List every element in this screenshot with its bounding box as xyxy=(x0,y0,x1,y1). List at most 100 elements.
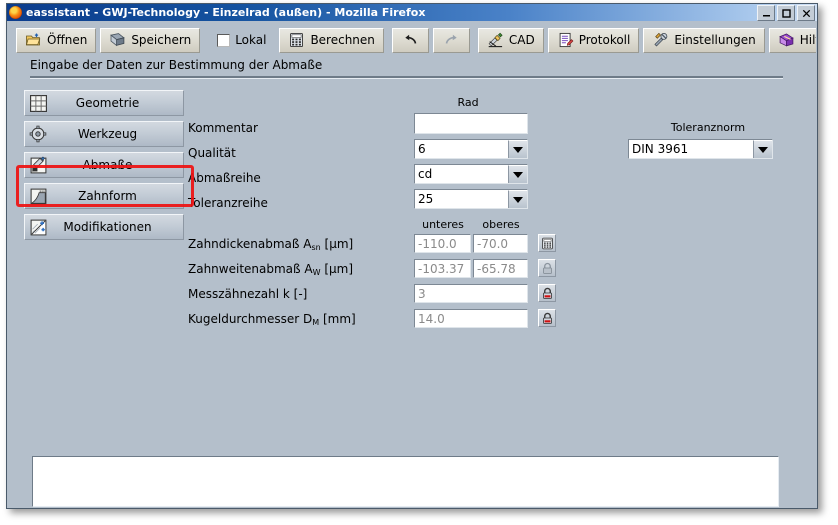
subcolumn-header-unteres: unteres xyxy=(422,218,464,231)
help-button-label: Hilfe xyxy=(799,33,816,47)
sidebar-item-label: Werkzeug xyxy=(77,127,138,141)
zahnweitenabmass-upper-input[interactable]: -65.78 xyxy=(473,259,528,278)
page-title: Eingabe der Daten zur Bestimmung der Abm… xyxy=(30,58,323,72)
close-button[interactable] xyxy=(797,5,815,21)
column-header-toleranznorm: Toleranznorm xyxy=(670,121,746,134)
report-icon xyxy=(559,32,574,48)
label-abmassreihe: Abmaßreihe xyxy=(188,171,261,185)
sidebar-item-abmasse[interactable]: Abmaße xyxy=(24,152,184,178)
column-header-rad: Rad xyxy=(457,96,479,109)
label-qualitaet: Qualität xyxy=(188,146,236,160)
title-bar: eassistant - GWJ-Technology - Einzelrad … xyxy=(7,4,817,21)
grid-table-icon xyxy=(30,94,47,112)
sidebar-item-label: Modifikationen xyxy=(63,220,152,234)
calculate-button-label: Berechnen xyxy=(310,33,375,47)
redo-button[interactable] xyxy=(432,27,470,53)
cad-button-label: CAD xyxy=(508,33,535,47)
qualitaet-dropdown[interactable]: 6 xyxy=(414,139,528,159)
toleranznorm-dropdown[interactable]: DIN 3961 xyxy=(628,139,773,159)
label-kugeldurchmesser: Kugeldurchmesser DM [mm] xyxy=(188,312,356,327)
undo-icon xyxy=(405,34,417,44)
maximize-button[interactable] xyxy=(777,5,795,21)
abmassreihe-dropdown[interactable]: cd xyxy=(414,164,528,184)
tooth-profile-icon xyxy=(30,188,47,204)
sidebar-item-label: Geometrie xyxy=(75,96,140,110)
kommentar-input[interactable] xyxy=(414,113,528,134)
modification-icon xyxy=(30,219,47,235)
settings-button[interactable]: Einstellungen xyxy=(643,27,765,53)
save-button[interactable]: Speichern xyxy=(100,27,201,53)
firefox-icon xyxy=(9,6,22,19)
sidebar-item-geometrie[interactable]: Geometrie xyxy=(24,90,184,116)
sidebar: Geometrie Werkzeug Abmaße Zahnform Modif… xyxy=(24,90,184,245)
toleranznorm-value: DIN 3961 xyxy=(632,142,689,156)
label-kugeldurchmesser-post: [mm] xyxy=(319,312,356,326)
toleranzreihe-dropdown[interactable]: 25 xyxy=(414,189,528,209)
help-button[interactable]: Hilfe xyxy=(768,27,816,53)
open-button[interactable]: Öffnen xyxy=(16,27,97,53)
lock-closed-red-icon xyxy=(542,312,552,324)
window-title: eassistant - GWJ-Technology - Einzelrad … xyxy=(26,6,426,19)
zahnweitenabmass-lock-button[interactable] xyxy=(538,259,556,277)
protocol-button-label: Protokoll xyxy=(578,33,631,47)
zahndickenabmass-upper-input[interactable]: -70.0 xyxy=(473,234,528,253)
zahnweitenabmass-lower-input[interactable]: -103.37 xyxy=(414,259,471,278)
label-zahndickenabmass: Zahndickenabmaß Asn [µm] xyxy=(188,237,353,252)
output-message-box[interactable] xyxy=(32,456,779,507)
label-kommentar: Kommentar xyxy=(188,121,258,135)
settings-button-label: Einstellungen xyxy=(674,33,756,47)
messzaehnezahl-input[interactable]: 3 xyxy=(414,284,528,303)
subcolumn-header-oberes: oberes xyxy=(482,218,520,231)
chevron-down-icon xyxy=(508,165,527,183)
page-title-divider xyxy=(30,76,783,79)
label-zahndickenabmass-post: [µm] xyxy=(320,237,354,251)
lock-open-gray-icon xyxy=(542,262,552,274)
chevron-down-icon xyxy=(508,190,527,208)
lokal-label: Lokal xyxy=(235,33,267,47)
label-toleranzreihe: Toleranzreihe xyxy=(188,196,268,210)
gear-tool-icon xyxy=(29,125,47,142)
sidebar-item-zahnform[interactable]: Zahnform xyxy=(24,183,184,209)
checkbox-icon xyxy=(217,33,231,47)
toleranzreihe-value: 25 xyxy=(418,192,434,206)
window-controls xyxy=(757,5,815,21)
kugeldurchmesser-lock-button[interactable] xyxy=(538,309,556,327)
undo-button[interactable] xyxy=(391,27,429,53)
toolbar: Öffnen Speichern Lokal Berechnen CAD Pro… xyxy=(16,26,816,54)
chart-pencil-icon xyxy=(30,156,47,173)
sidebar-item-label: Zahnform xyxy=(78,189,137,203)
chevron-down-icon xyxy=(753,140,772,158)
zahndickenabmass-lower-input[interactable]: -110.0 xyxy=(414,234,471,253)
open-folder-icon xyxy=(25,33,41,46)
label-zahnweitenabmass-pre: Zahnweitenabmaß A xyxy=(188,262,313,276)
label-zahnweitenabmass-sub: W xyxy=(312,268,321,277)
zahndickenabmass-calc-button[interactable] xyxy=(538,234,556,252)
lock-closed-red-icon xyxy=(542,287,552,299)
client-area: Öffnen Speichern Lokal Berechnen CAD Pro… xyxy=(8,22,816,507)
label-zahndickenabmass-pre: Zahndickenabmaß A xyxy=(188,237,312,251)
lokal-checkbox[interactable]: Lokal xyxy=(208,27,276,53)
settings-tools-icon xyxy=(654,32,668,47)
redo-icon xyxy=(445,34,457,44)
save-button-label: Speichern xyxy=(131,33,192,47)
messzaehnezahl-lock-button[interactable] xyxy=(538,284,556,302)
kugeldurchmesser-input[interactable]: 14.0 xyxy=(414,309,528,328)
chevron-down-icon xyxy=(508,140,527,158)
qualitaet-value: 6 xyxy=(418,142,426,156)
label-zahnweitenabmass-post: [µm] xyxy=(320,262,354,276)
sidebar-item-modifikationen[interactable]: Modifikationen xyxy=(24,214,184,240)
cad-button[interactable]: CAD xyxy=(477,27,544,53)
calculator-icon xyxy=(290,32,304,48)
calculate-button[interactable]: Berechnen xyxy=(279,27,384,53)
minimize-button[interactable] xyxy=(757,5,775,21)
open-button-label: Öffnen xyxy=(47,33,88,47)
cad-pencil-icon xyxy=(488,32,503,48)
abmassreihe-value: cd xyxy=(418,167,433,181)
calculator-icon xyxy=(541,237,553,249)
protocol-button[interactable]: Protokoll xyxy=(547,27,640,53)
label-messzaehnezahl: Messzähnezahl k [-] xyxy=(188,287,308,301)
help-book-icon xyxy=(778,33,794,47)
sidebar-item-werkzeug[interactable]: Werkzeug xyxy=(24,121,184,147)
label-zahndickenabmass-sub: sn xyxy=(311,243,321,252)
label-kugeldurchmesser-pre: Kugeldurchmesser D xyxy=(188,312,313,326)
